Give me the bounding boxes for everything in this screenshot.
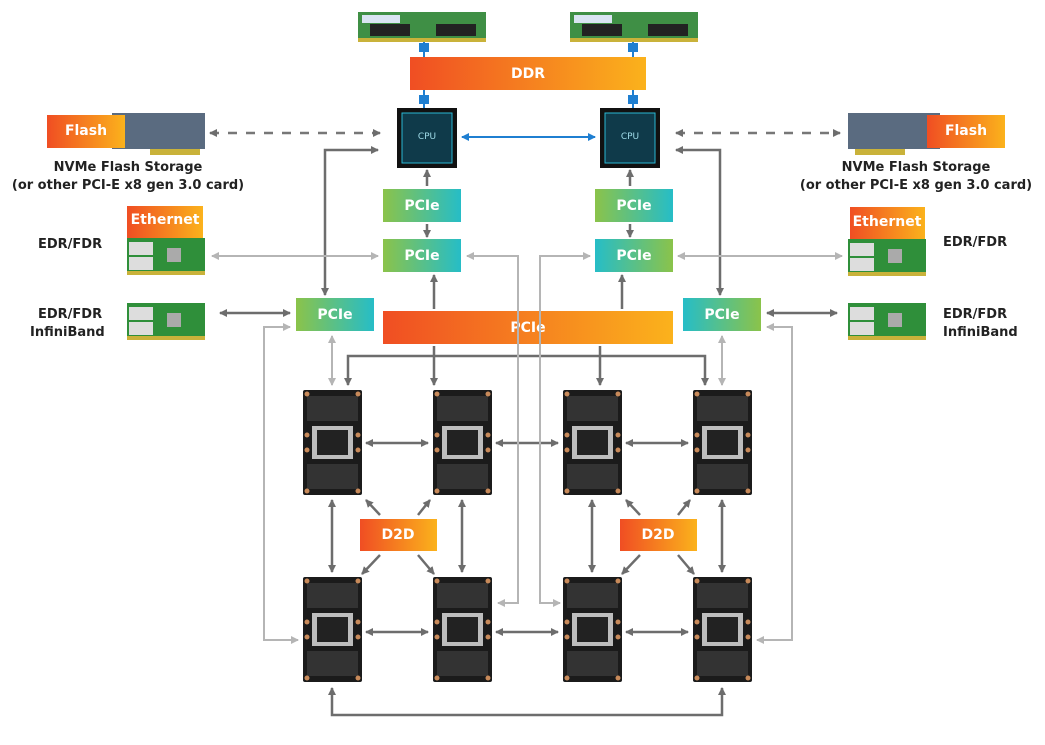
gpu-3 [563,390,622,495]
svg-text:PCIe: PCIe [616,198,651,214]
gpu-8 [693,577,752,682]
svg-text:PCIe: PCIe [404,248,439,264]
svg-text:CPU: CPU [418,132,436,142]
gpu-5 [303,577,362,682]
edr-fdr-ib-label-left: EDR/FDR [38,307,102,322]
svg-text:Ethernet: Ethernet [131,212,200,228]
cpu-left: CPU [396,107,458,169]
gpu-4 [693,390,752,495]
pcie-right-lower: PCIe [595,239,673,272]
gpu-7 [563,577,622,682]
flash-card-left: Flash [47,113,205,155]
infiniband-label-left: InfiniBand [30,325,105,340]
svg-text:D2D: D2D [382,527,415,543]
ram-module-right [570,12,698,42]
nvme-label-right: NVMe Flash Storage [842,160,991,175]
pcie-left-upper: PCIe [383,189,461,222]
gpu-2 [433,390,492,495]
svg-text:PCIe: PCIe [704,307,739,323]
svg-text:PCIe: PCIe [404,198,439,214]
svg-text:PCIe: PCIe [616,248,651,264]
pcie-right-upper: PCIe [595,189,673,222]
ddr-bar: DDR [410,57,646,90]
svg-text:D2D: D2D [642,527,675,543]
svg-text:PCIe: PCIe [317,307,352,323]
gpu-6 [433,577,492,682]
nvme-sublabel-right: (or other PCI-E x8 gen 3.0 card) [800,178,1032,193]
flash-card-right: Flash [848,113,1005,155]
nvme-sublabel-left: (or other PCI-E x8 gen 3.0 card) [12,178,244,193]
svg-text:DDR: DDR [511,66,545,82]
edr-fdr-label-right: EDR/FDR [943,235,1007,250]
pcie-left-lower: PCIe [383,239,461,272]
svg-text:Flash: Flash [945,123,987,139]
cpu-right: CPU [599,107,661,169]
pcie-switch-bar: PCIe [383,311,673,344]
infiniband-nic-right [848,303,926,340]
pcie-side-right: PCIe [683,298,761,331]
nvme-label-left: NVMe Flash Storage [54,160,203,175]
svg-text:Ethernet: Ethernet [853,214,922,230]
d2d-right: D2D [620,519,697,551]
d2d-left: D2D [360,519,437,551]
infiniband-nic-left [127,303,205,340]
svg-text:Flash: Flash [65,123,107,139]
infiniband-label-right: InfiniBand [943,325,1018,340]
system-topology-diagram: DDR CPU CPU PCIe PCIe PCIe PCIe PCIe PCI… [12,12,1032,717]
ram-module-left [358,12,486,42]
ethernet-nic-left: Ethernet [127,206,205,275]
edr-fdr-ib-label-right: EDR/FDR [943,307,1007,322]
gpu-1 [303,390,362,495]
pcie-side-left: PCIe [296,298,374,331]
edr-fdr-label-left: EDR/FDR [38,237,102,252]
ethernet-nic-right: Ethernet [848,207,926,276]
svg-text:CPU: CPU [621,132,639,142]
